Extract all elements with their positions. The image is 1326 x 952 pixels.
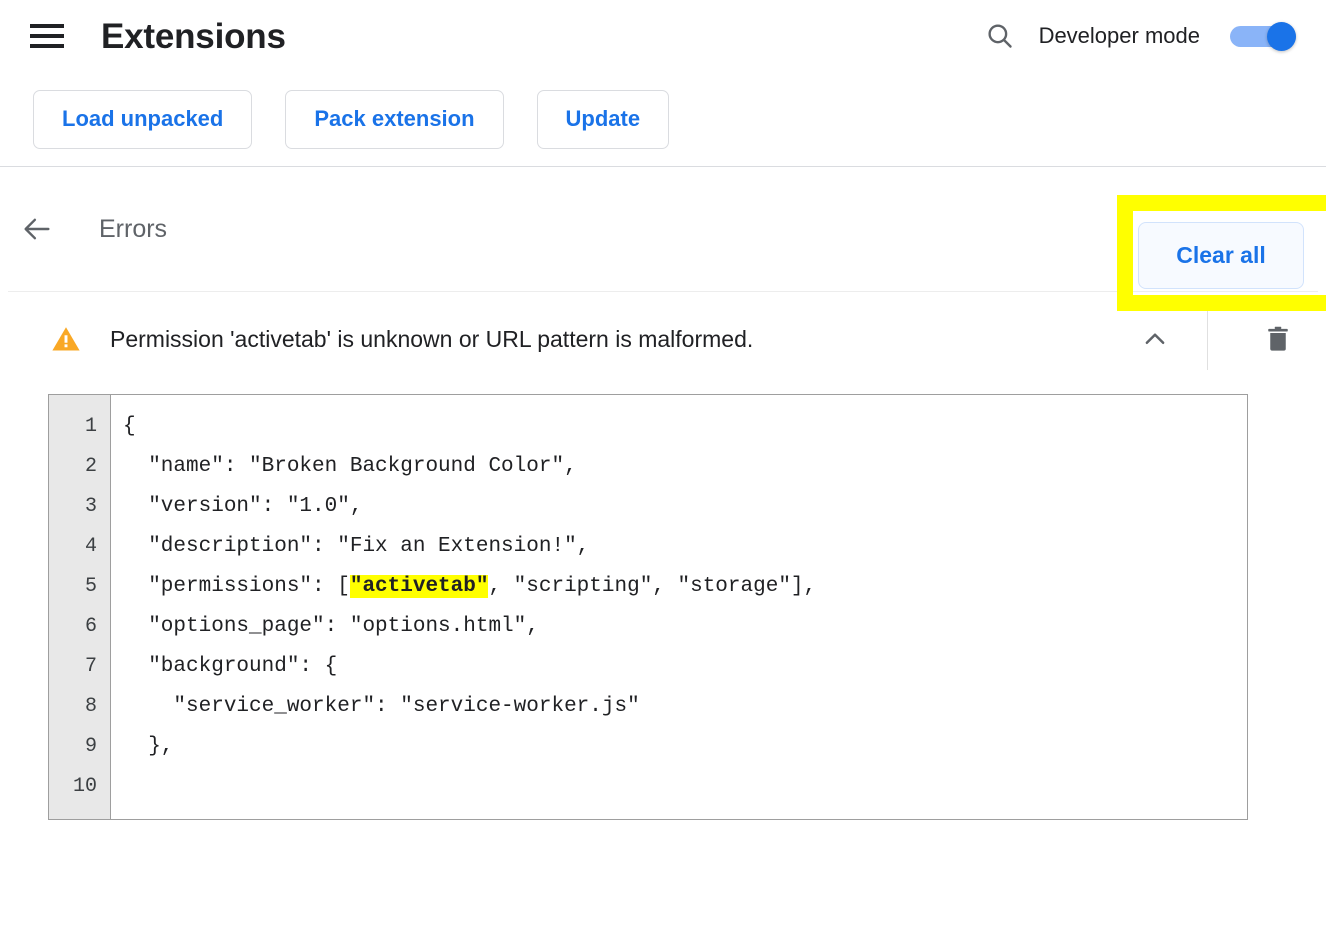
hamburger-bar xyxy=(30,24,64,28)
code-text: "permissions": [ xyxy=(123,575,350,598)
clear-all-button[interactable]: Clear all xyxy=(1138,222,1304,289)
code-text: "name": "Broken Background Color", xyxy=(123,455,577,478)
code-line: "service_worker": "service-worker.js" xyxy=(123,687,1247,727)
line-number: 7 xyxy=(84,655,97,678)
page-title: Extensions xyxy=(101,16,286,56)
line-number: 8 xyxy=(84,695,97,718)
code-line: "name": "Broken Background Color", xyxy=(123,447,1247,487)
error-message-text: Permission 'activetab' is unknown or URL… xyxy=(110,325,754,352)
line-number: 2 xyxy=(84,455,97,478)
developer-mode-toggle[interactable] xyxy=(1230,22,1296,51)
errors-page-title: Errors xyxy=(99,214,168,243)
toggle-knob xyxy=(1267,22,1296,51)
chevron-up-icon[interactable] xyxy=(1131,315,1179,363)
line-number: 5 xyxy=(84,575,97,598)
code-text: "options_page": "options.html", xyxy=(123,615,539,638)
trash-icon[interactable] xyxy=(1230,309,1326,369)
line-number: 10 xyxy=(72,775,97,798)
line-number: 3 xyxy=(84,495,97,518)
line-number: 9 xyxy=(84,735,97,758)
pack-extension-button[interactable]: Pack extension xyxy=(285,89,504,149)
code-text: , "scripting", "storage"], xyxy=(488,575,817,598)
code-text: "background": { xyxy=(123,655,338,678)
app-header: Extensions Developer mode xyxy=(0,0,1326,72)
code-highlighted-token: "activetab" xyxy=(349,575,489,598)
line-number: 6 xyxy=(84,615,97,638)
load-unpacked-button[interactable]: Load unpacked xyxy=(33,89,253,149)
update-button[interactable]: Update xyxy=(536,89,670,149)
hamburger-bar xyxy=(30,34,64,38)
code-line: }, xyxy=(123,727,1247,767)
developer-mode-label: Developer mode xyxy=(1038,23,1200,48)
code-line: { xyxy=(123,407,1247,447)
errors-header: Errors xyxy=(0,167,1326,291)
line-number: 4 xyxy=(84,535,97,558)
code-line: "version": "1.0", xyxy=(123,487,1247,527)
error-actions-divider xyxy=(1207,308,1208,370)
clear-all-container: Clear all xyxy=(1138,222,1304,289)
warning-triangle-icon xyxy=(50,323,82,355)
code-text: "version": "1.0", xyxy=(123,495,363,518)
code-line: "options_page": "options.html", xyxy=(123,607,1247,647)
line-number: 1 xyxy=(84,415,97,438)
code-line: "background": { xyxy=(123,647,1247,687)
code-line: "permissions": ["activetab", "scripting"… xyxy=(123,567,1247,607)
error-entry-row[interactable]: Permission 'activetab' is unknown or URL… xyxy=(0,292,1326,386)
back-arrow-icon[interactable] xyxy=(14,206,60,252)
code-text: "service_worker": "service-worker.js" xyxy=(123,695,640,718)
code-text: }, xyxy=(123,735,174,758)
code-line: "description": "Fix an Extension!", xyxy=(123,527,1247,567)
code-gutter: 1 2 3 4 5 6 7 8 9 10 xyxy=(49,395,111,819)
hamburger-bar xyxy=(30,44,64,48)
extension-toolbar: Load unpacked Pack extension Update xyxy=(0,72,1326,166)
code-content: { "name": "Broken Background Color", "ve… xyxy=(111,395,1247,819)
code-text: { xyxy=(123,415,136,438)
manifest-code-viewer[interactable]: 1 2 3 4 5 6 7 8 9 10 { "name": "Broken B… xyxy=(48,394,1248,820)
code-text: "description": "Fix an Extension!", xyxy=(123,535,590,558)
error-entry: Permission 'activetab' is unknown or URL… xyxy=(0,292,1326,820)
search-icon[interactable] xyxy=(983,19,1017,53)
hamburger-menu-icon[interactable] xyxy=(30,19,64,53)
